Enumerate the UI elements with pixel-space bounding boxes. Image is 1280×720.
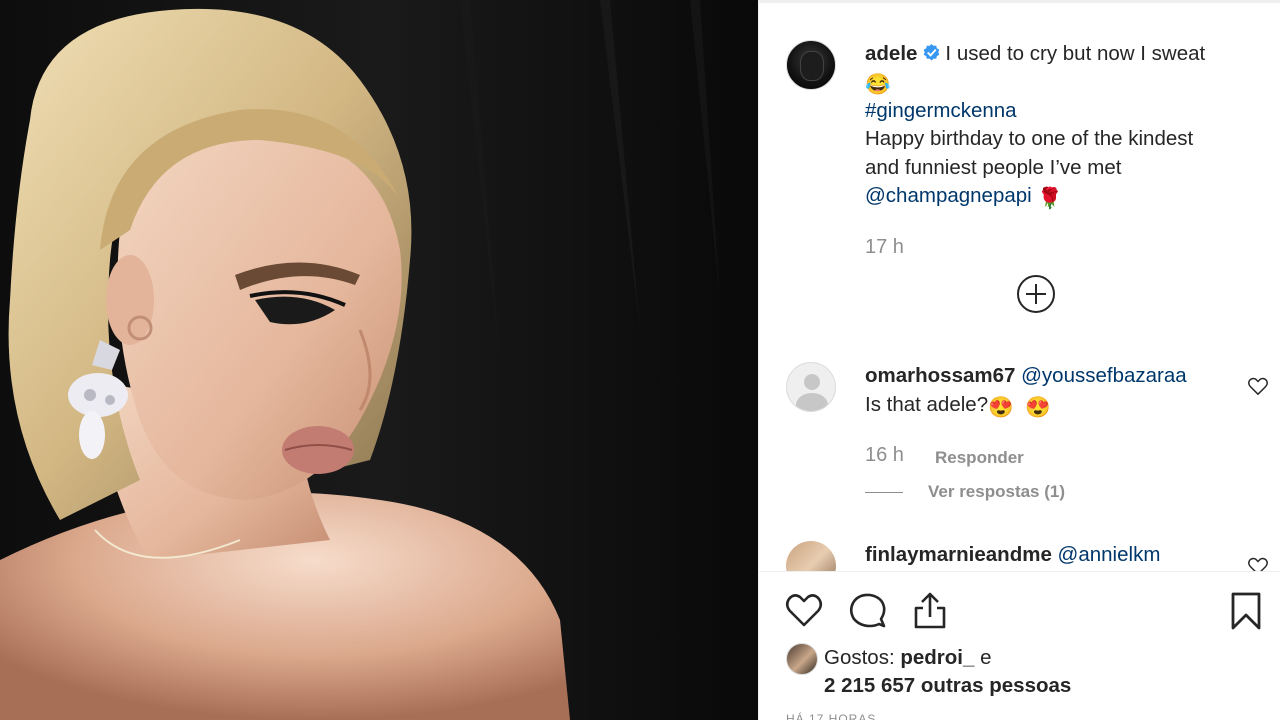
caption-line-2: 😂 — [865, 68, 891, 100]
bookmark-icon[interactable] — [1226, 591, 1266, 631]
comment-2-like-heart-icon[interactable] — [1247, 556, 1269, 572]
comment-2-username[interactable]: finlaymarnieandme — [865, 543, 1052, 566]
post-photo-illustration — [0, 0, 758, 720]
likes-prefix: Gostos: — [824, 646, 895, 669]
comment-2-mention[interactable]: @annielkm — [1058, 543, 1161, 566]
likes-line-1: Gostos: pedroi_ e — [824, 646, 992, 670]
comment-2-line-1: finlaymarnieandme @annielkm — [865, 541, 1160, 570]
comment-1-mention[interactable]: @youssefbazaraa — [1021, 364, 1187, 387]
verified-badge-icon — [924, 43, 940, 61]
panel-top-divider — [759, 0, 1280, 3]
commenter-avatar[interactable] — [786, 362, 836, 412]
caption-time[interactable]: 17 h — [865, 236, 904, 259]
comment-1-username[interactable]: omarhossam67 — [865, 364, 1015, 387]
post-photo[interactable] — [0, 0, 758, 720]
caption-line-6: @champagnepapi 🌹 — [865, 182, 1063, 214]
heart-icon[interactable] — [784, 591, 824, 631]
commenter-2-avatar[interactable] — [786, 541, 836, 571]
comment-1-line-2: Is that adele?😍 😍 — [865, 391, 1051, 423]
caption-line-4: Happy birthday to one of the kindest — [865, 127, 1194, 150]
reply-button[interactable]: Responder — [935, 448, 1024, 468]
owner-avatar[interactable] — [786, 40, 836, 90]
caption-hashtag[interactable]: #gingermckenna — [865, 99, 1017, 122]
laughing-emoji: 😂 — [865, 73, 891, 96]
rose-emoji: 🌹 — [1037, 187, 1063, 210]
caption-text: I used to cry but now I sweat — [945, 42, 1206, 65]
comment-1-line-1: omarhossam67 @youssefbazaraa — [865, 362, 1187, 391]
caption-mention[interactable]: @champagnepapi — [865, 184, 1032, 207]
view-replies-button[interactable]: Ver respostas (1) — [928, 482, 1065, 502]
likes-count[interactable]: 2 215 657 outras pessoas — [824, 674, 1071, 698]
caption-line-5: and funniest people I’ve met — [865, 156, 1122, 179]
comment-like-heart-icon[interactable] — [1247, 376, 1269, 396]
comments-scroll-area[interactable]: adele I used to cry but now I sweat 😂 #gi… — [759, 0, 1280, 572]
add-circle-icon[interactable] — [1017, 275, 1055, 313]
comment-1-time[interactable]: 16 h — [865, 444, 904, 467]
liked-by-user[interactable]: pedroi_ — [900, 646, 974, 669]
caption-line-1: adele I used to cry but now I sweat — [865, 40, 1205, 69]
heart-eyes-emoji-2: 😍 — [1025, 396, 1051, 419]
post-side-panel: adele I used to cry but now I sweat 😂 #gi… — [758, 0, 1280, 720]
caption-line-3: #gingermckenna — [865, 97, 1017, 126]
post-timestamp[interactable]: HÁ 17 HORAS — [786, 712, 876, 720]
comment-icon[interactable] — [848, 591, 888, 631]
share-icon[interactable] — [910, 591, 950, 631]
liked-by-avatar[interactable] — [786, 643, 818, 675]
caption-username[interactable]: adele — [865, 42, 917, 65]
likes-conjunction: e — [980, 646, 992, 669]
comment-1-text: Is that adele? — [865, 393, 989, 416]
heart-eyes-emoji: 😍 — [988, 396, 1014, 419]
replies-dash — [865, 492, 903, 493]
